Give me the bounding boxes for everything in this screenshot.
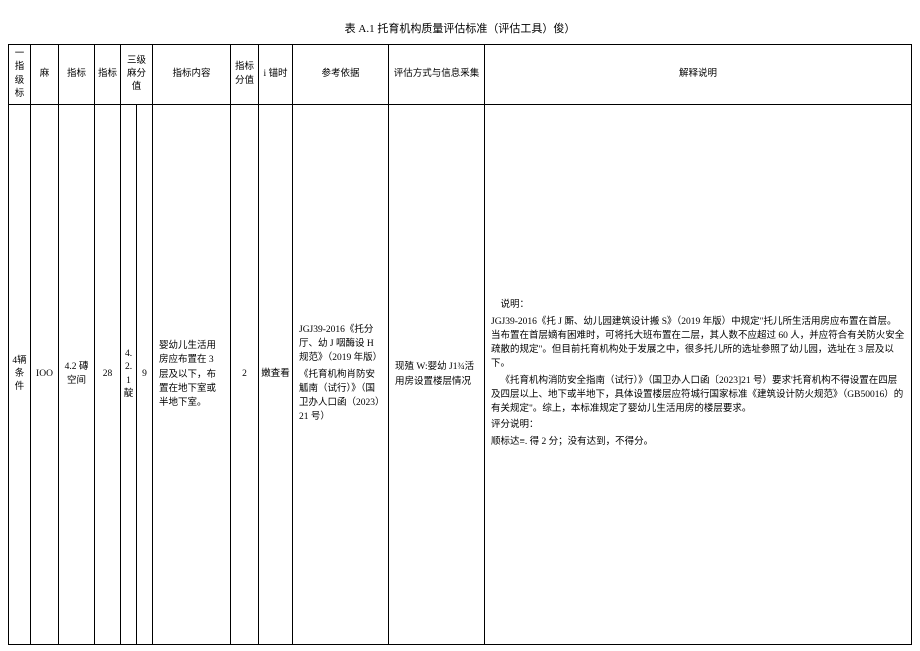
header-content: 指标内容 bbox=[153, 45, 231, 105]
table-row: 4辆条件 IOO 4.2 磚空间 28 4.2.1 靛 9 婴幼儿生活用房应布置… bbox=[9, 105, 912, 645]
explain-label-1: 说明： bbox=[491, 298, 905, 312]
cell-level2: 4.2 磚空间 bbox=[59, 105, 95, 645]
cell-level3-value: 9 bbox=[137, 105, 153, 645]
cell-level3: 4.2.1 靛 bbox=[121, 105, 137, 645]
header-timing: i 锚时 bbox=[259, 45, 293, 105]
cell-level1-value: IOO bbox=[31, 105, 59, 645]
explain-p3: 顺标达≡. 得 2 分；没有达到，不得分。 bbox=[491, 435, 905, 449]
cell-content: 婴幼儿生活用房应布置在 3 层及以下，布置在地下室或半地下室。 bbox=[153, 105, 231, 645]
explain-label-2: 评分说明： bbox=[491, 418, 905, 432]
cell-explain: 说明： JGJ39-2016《托 J 厮、幼儿园建筑设计搬 S》（2019 年版… bbox=[485, 105, 912, 645]
reference-p1: JGJ39-2016《托分厅、幼 J 咽酶设 H 规范》（2019 年版） bbox=[299, 323, 382, 366]
cell-method: 现殖 W:婴幼 J1¾活用房设置楼层情况 bbox=[389, 105, 485, 645]
header-level1: 一指级标 bbox=[9, 45, 31, 105]
cell-level2-value: 28 bbox=[95, 105, 121, 645]
explain-p1: JGJ39-2016《托 J 厮、幼儿园建筑设计搬 S》（2019 年版）中规定… bbox=[491, 315, 905, 372]
header-level3: 三级麻分值 bbox=[121, 45, 153, 105]
header-item-value: 指标分值 bbox=[231, 45, 259, 105]
evaluation-table: 一指级标 麻 指标 指标 三级麻分值 指标内容 指标分值 i 锚时 参考依据 评… bbox=[8, 44, 912, 645]
cell-item-value: 2 bbox=[231, 105, 259, 645]
cell-timing: 嫩査看 bbox=[259, 105, 293, 645]
header-method: 评估方式与信息釆集 bbox=[389, 45, 485, 105]
header-level2: 指标 bbox=[59, 45, 95, 105]
table-title: 表 A.1 托育机构质量评估标准（评估工具）俊） bbox=[8, 20, 912, 36]
cell-reference: JGJ39-2016《托分厅、幼 J 咽酶设 H 规范》（2019 年版） 《托… bbox=[293, 105, 389, 645]
explain-p2: 《托育机构消防安全指南（试行）》（国卫办人口函〔2023]21 号）要求'托育机… bbox=[491, 374, 905, 417]
header-explain: 解释说明 bbox=[485, 45, 912, 105]
reference-p2: 《托育机枸肖防安觚南（试行）》（国卫办人口函（2023）21 号） bbox=[299, 368, 382, 425]
header-level1-value: 麻 bbox=[31, 45, 59, 105]
cell-level1: 4辆条件 bbox=[9, 105, 31, 645]
header-row: 一指级标 麻 指标 指标 三级麻分值 指标内容 指标分值 i 锚时 参考依据 评… bbox=[9, 45, 912, 105]
header-level2-value: 指标 bbox=[95, 45, 121, 105]
header-reference: 参考依据 bbox=[293, 45, 389, 105]
